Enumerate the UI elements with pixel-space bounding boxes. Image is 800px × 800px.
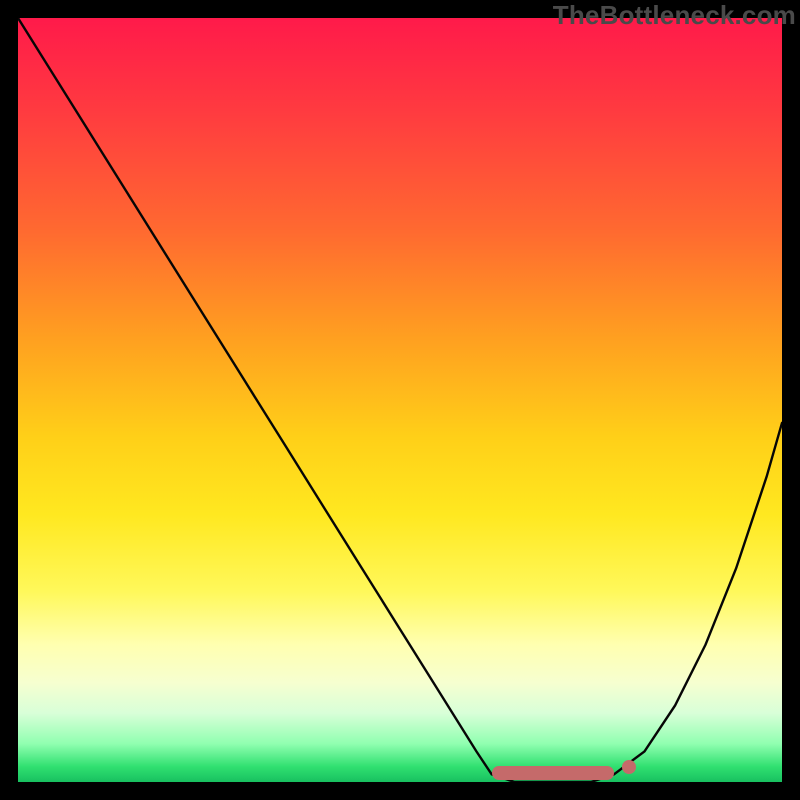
plot-area: [18, 18, 782, 782]
optimal-range-marker: [492, 766, 614, 780]
chart-stage: TheBottleneck.com: [0, 0, 800, 800]
bottleneck-curve: [18, 18, 782, 782]
watermark-text: TheBottleneck.com: [553, 0, 796, 31]
curve-path: [18, 18, 782, 782]
